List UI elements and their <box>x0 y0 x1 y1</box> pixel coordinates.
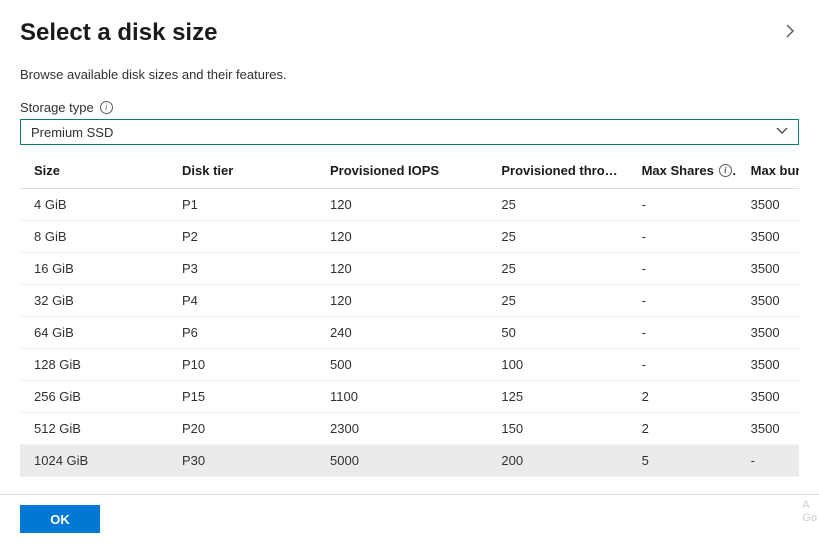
cell-iops: 5000 <box>316 445 487 477</box>
storage-type-value: Premium SSD <box>31 125 113 140</box>
cell-throughput: 125 <box>487 381 627 413</box>
cell-size: 128 GiB <box>20 349 168 381</box>
cell-tier: P1 <box>168 189 316 221</box>
cell-iops: 240 <box>316 317 487 349</box>
cell-maxShares: 5 <box>628 445 737 477</box>
cell-tier: P10 <box>168 349 316 381</box>
storage-type-label-row: Storage type i <box>0 100 819 119</box>
info-icon[interactable]: i <box>719 164 732 177</box>
dialog-footer: OK <box>0 494 819 543</box>
cell-iops: 120 <box>316 221 487 253</box>
col-max-shares[interactable]: Max Shares i <box>628 153 737 189</box>
cell-throughput: 25 <box>487 285 627 317</box>
cell-size: 4 GiB <box>20 189 168 221</box>
cell-throughput: 25 <box>487 221 627 253</box>
close-button[interactable] <box>781 18 799 47</box>
cell-tier: P20 <box>168 413 316 445</box>
cell-maxBurst: 3500 <box>737 189 799 221</box>
cell-maxBurst: 3500 <box>737 381 799 413</box>
cell-maxBurst: 3500 <box>737 285 799 317</box>
cell-maxShares: 2 <box>628 413 737 445</box>
cell-throughput: 200 <box>487 445 627 477</box>
cell-iops: 120 <box>316 189 487 221</box>
col-iops[interactable]: Provisioned IOPS <box>316 153 487 189</box>
chevron-down-icon <box>776 126 788 138</box>
table-row[interactable]: 512 GiBP20230015023500 <box>20 413 799 445</box>
cell-throughput: 50 <box>487 317 627 349</box>
table-row[interactable]: 256 GiBP15110012523500 <box>20 381 799 413</box>
cell-throughput: 100 <box>487 349 627 381</box>
cell-throughput: 25 <box>487 253 627 285</box>
storage-type-label: Storage type <box>20 100 94 115</box>
cell-size: 32 GiB <box>20 285 168 317</box>
table-row[interactable]: 64 GiBP624050-3500 <box>20 317 799 349</box>
table-body: 4 GiBP112025-35008 GiBP212025-350016 GiB… <box>20 189 799 477</box>
col-tier[interactable]: Disk tier <box>168 153 316 189</box>
ok-button[interactable]: OK <box>20 505 100 533</box>
chevron-right-icon <box>785 22 795 42</box>
dialog-header: Select a disk size <box>0 0 819 57</box>
cell-maxBurst: 3500 <box>737 253 799 285</box>
cell-size: 64 GiB <box>20 317 168 349</box>
storage-type-dropdown[interactable]: Premium SSD <box>20 119 799 145</box>
cell-iops: 1100 <box>316 381 487 413</box>
cell-maxBurst: 3500 <box>737 349 799 381</box>
disk-size-table-wrap: Size Disk tier Provisioned IOPS Provisio… <box>0 153 819 477</box>
cell-maxShares: 2 <box>628 381 737 413</box>
cell-maxBurst: - <box>737 445 799 477</box>
cell-maxBurst: 3500 <box>737 221 799 253</box>
cell-size: 512 GiB <box>20 413 168 445</box>
cell-tier: P4 <box>168 285 316 317</box>
col-size[interactable]: Size <box>20 153 168 189</box>
cell-tier: P30 <box>168 445 316 477</box>
cell-size: 16 GiB <box>20 253 168 285</box>
cell-maxBurst: 3500 <box>737 317 799 349</box>
cell-maxShares: - <box>628 285 737 317</box>
col-max-burst[interactable]: Max bur <box>737 153 799 189</box>
page-subtitle: Browse available disk sizes and their fe… <box>0 57 819 100</box>
cell-maxShares: - <box>628 221 737 253</box>
cell-iops: 120 <box>316 285 487 317</box>
table-row[interactable]: 32 GiBP412025-3500 <box>20 285 799 317</box>
cell-maxShares: - <box>628 253 737 285</box>
cell-iops: 500 <box>316 349 487 381</box>
cell-size: 256 GiB <box>20 381 168 413</box>
cell-throughput: 25 <box>487 189 627 221</box>
table-row[interactable]: 128 GiBP10500100-3500 <box>20 349 799 381</box>
cell-tier: P15 <box>168 381 316 413</box>
cell-tier: P2 <box>168 221 316 253</box>
cell-maxShares: - <box>628 349 737 381</box>
disk-size-table: Size Disk tier Provisioned IOPS Provisio… <box>20 153 799 477</box>
table-header: Size Disk tier Provisioned IOPS Provisio… <box>20 153 799 189</box>
cell-iops: 120 <box>316 253 487 285</box>
table-row[interactable]: 4 GiBP112025-3500 <box>20 189 799 221</box>
cell-size: 8 GiB <box>20 221 168 253</box>
col-throughput[interactable]: Provisioned thro… <box>487 153 627 189</box>
cell-throughput: 150 <box>487 413 627 445</box>
table-row[interactable]: 16 GiBP312025-3500 <box>20 253 799 285</box>
cell-maxBurst: 3500 <box>737 413 799 445</box>
cell-iops: 2300 <box>316 413 487 445</box>
cell-maxShares: - <box>628 317 737 349</box>
col-max-shares-label: Max Shares <box>642 163 714 178</box>
table-row[interactable]: 1024 GiBP3050002005- <box>20 445 799 477</box>
cell-size: 1024 GiB <box>20 445 168 477</box>
info-icon[interactable]: i <box>100 101 113 114</box>
page-title: Select a disk size <box>20 19 217 47</box>
cell-tier: P3 <box>168 253 316 285</box>
cell-tier: P6 <box>168 317 316 349</box>
cell-maxShares: - <box>628 189 737 221</box>
table-row[interactable]: 8 GiBP212025-3500 <box>20 221 799 253</box>
